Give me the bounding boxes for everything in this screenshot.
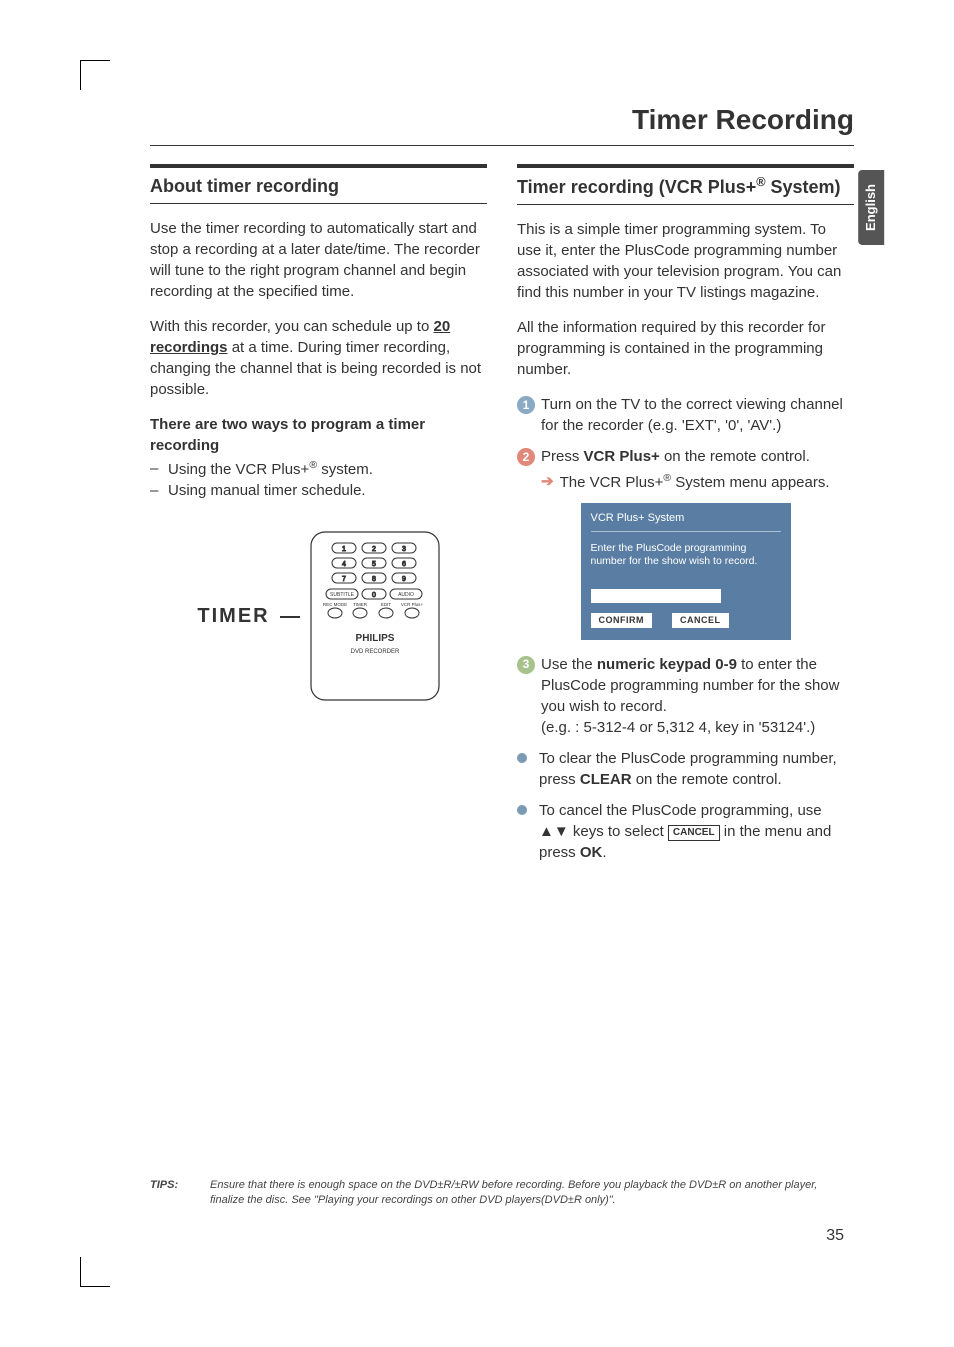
step-body: To cancel the PlusCode programming, use … [539,800,854,863]
text: Using the VCR Plus+ [168,461,309,478]
text: Press [541,448,584,465]
text: System) [766,177,841,197]
ways-list: – Using the VCR Plus+® system. – Using m… [150,458,487,501]
svg-text:PHILIPS: PHILIPS [355,633,394,644]
registered-mark: ® [309,459,317,471]
tips-footer: TIPS: Ensure that there is enough space … [150,1178,854,1207]
vcrplus-system-dialog: VCR Plus+ System Enter the PlusCode prog… [581,503,791,639]
svg-text:7: 7 [342,576,346,583]
confirm-button[interactable]: CONFIRM [591,613,653,628]
svg-text:9: 9 [402,576,406,583]
right-column: Timer recording (VCR Plus+® System) This… [517,164,854,872]
bullet-cancel: To cancel the PlusCode programming, use … [517,800,854,863]
vcrplus-paragraph-2: All the information required by this rec… [517,317,854,380]
registered-mark: ® [756,175,765,189]
svg-text:6: 6 [402,561,406,568]
tips-text: Ensure that there is enough space on the… [210,1178,854,1207]
dash: – [150,480,168,501]
svg-text:VCR Plus+: VCR Plus+ [401,602,424,607]
cancel-menu-item: CANCEL [668,825,720,841]
example-text: (e.g. : 5-312-4 or 5,312 4, key in '5312… [541,717,854,738]
step-body: Press VCR Plus+ on the remote control. ➔… [541,446,854,493]
svg-text:REC MODE: REC MODE [322,602,346,607]
callout-line [280,616,300,618]
svg-text:5: 5 [372,561,376,568]
text: . [602,844,606,861]
svg-text:4: 4 [342,561,346,568]
text: Use the [541,656,597,673]
dialog-title: VCR Plus+ System [591,511,781,531]
step-2: 2 Press VCR Plus+ on the remote control.… [517,446,854,493]
step-body: Turn on the TV to the correct viewing ch… [541,394,854,436]
svg-text:AUDIO: AUDIO [398,592,414,598]
svg-text:3: 3 [402,546,406,553]
text: on the remote control. [660,448,810,465]
text: Using manual timer schedule. [168,480,366,501]
section-heading-about: About timer recording [150,164,487,204]
svg-text:TIMER: TIMER [353,602,368,607]
dialog-instruction: Enter the PlusCode programming number fo… [591,542,781,569]
text: The VCR Plus+® System menu appears. [560,471,830,493]
clear-button-name: CLEAR [580,771,632,788]
remote-control-illustration: 1 2 3 4 5 6 7 8 9 0 [310,531,440,701]
registered-mark: ® [663,472,671,484]
about-paragraph-1: Use the timer recording to automatically… [150,218,487,302]
step-number-3-icon: 3 [517,656,535,674]
text: The VCR Plus+ [560,474,664,491]
tips-label: TIPS: [150,1178,210,1207]
ok-button-name: OK [580,844,603,861]
text: system. [317,461,373,478]
dash: – [150,458,168,480]
step-number-2-icon: 2 [517,448,535,466]
step-list: 1 Turn on the TV to the correct viewing … [517,394,854,862]
page-number: 35 [826,1225,844,1247]
remote-figure: TIMER 1 2 3 4 5 6 7 8 9 [150,531,487,701]
vcrplus-paragraph-1: This is a simple timer programming syste… [517,219,854,303]
bullet-icon [517,805,527,815]
pluscode-input[interactable] [591,589,721,603]
svg-text:1: 1 [342,546,346,553]
svg-text:SUBTITLE: SUBTITLE [330,592,355,598]
ways-subheading: There are two ways to program a timer re… [150,414,487,456]
step-body: To clear the PlusCode programming number… [539,748,854,790]
left-column: About timer recording Use the timer reco… [150,164,487,872]
cancel-button[interactable]: CANCEL [672,613,729,628]
bullet-icon [517,753,527,763]
svg-text:0: 0 [372,592,376,599]
step-3: 3 Use the numeric keypad 0-9 to enter th… [517,654,854,738]
step-body: Use the numeric keypad 0-9 to enter the … [541,654,854,738]
text: Timer recording (VCR Plus+ [517,177,756,197]
list-item: – Using manual timer schedule. [150,480,487,501]
bullet-clear: To clear the PlusCode programming number… [517,748,854,790]
step-number-1-icon: 1 [517,396,535,414]
arrow-icon: ➔ [541,471,554,493]
timer-callout-label: TIMER [197,602,269,630]
result-line: ➔ The VCR Plus+® System menu appears. [541,471,854,493]
text: on the remote control. [632,771,782,788]
section-heading-vcrplus: Timer recording (VCR Plus+® System) [517,164,854,205]
text: With this recorder, you can schedule up … [150,318,433,335]
svg-text:8: 8 [372,576,376,583]
list-item: – Using the VCR Plus+® system. [150,458,487,480]
svg-text:2: 2 [372,546,376,553]
numeric-keypad-name: numeric keypad 0-9 [597,656,737,673]
text: Using the VCR Plus+® system. [168,458,373,480]
page-title: Timer Recording [150,100,854,146]
text: System menu appears. [671,474,829,491]
step-1: 1 Turn on the TV to the correct viewing … [517,394,854,436]
svg-text:EDIT: EDIT [380,602,391,607]
svg-text:DVD RECORDER: DVD RECORDER [350,649,399,655]
vcrplus-button-name: VCR Plus+ [584,448,660,465]
about-paragraph-2: With this recorder, you can schedule up … [150,316,487,400]
